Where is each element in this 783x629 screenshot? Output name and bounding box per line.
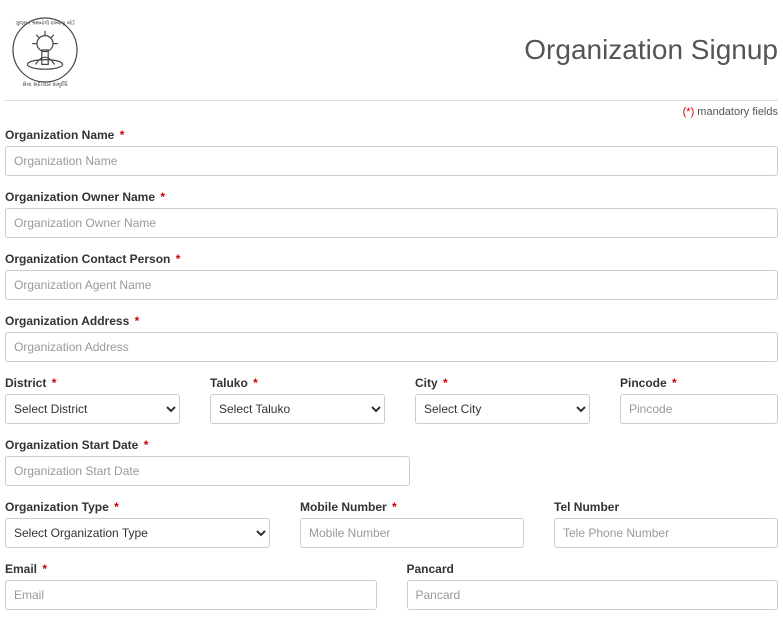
page-header: ગુજરાત શ્રમયોગી કલ્યાણ બોર્ડ સેવા સદાચાર… [5, 5, 778, 101]
owner-name-group: Organization Owner Name * [5, 190, 778, 238]
mobile-label: Mobile Number * [300, 500, 524, 514]
tel-group: Tel Number [554, 500, 778, 548]
org-name-label: Organization Name * [5, 128, 778, 142]
city-select[interactable]: Select City [415, 394, 590, 424]
owner-name-input[interactable] [5, 208, 778, 238]
address-input[interactable] [5, 332, 778, 362]
org-type-label: Organization Type * [5, 500, 270, 514]
owner-name-label: Organization Owner Name * [5, 190, 778, 204]
address-group: Organization Address * [5, 314, 778, 362]
logo-icon: ગુજરાત શ્રમયોગી કલ્યાણ બોર્ડ સેવા સદાચાર… [5, 10, 85, 90]
contact-row: Organization Type * Select Organization … [5, 500, 778, 548]
pancard-group: Pancard [407, 562, 779, 610]
mobile-input[interactable] [300, 518, 524, 548]
pancard-label: Pancard [407, 562, 779, 576]
svg-text:સેવા સદાચાર સમૃધ્ધિ: સેવા સદાચાર સમૃધ્ધિ [22, 80, 68, 88]
start-date-label: Organization Start Date * [5, 438, 778, 452]
address-label: Organization Address * [5, 314, 778, 328]
taluko-select[interactable]: Select Taluko [210, 394, 385, 424]
org-name-input[interactable] [5, 146, 778, 176]
contact-person-group: Organization Contact Person * [5, 252, 778, 300]
contact-person-label: Organization Contact Person * [5, 252, 778, 266]
tel-input[interactable] [554, 518, 778, 548]
page-title: Organization Signup [524, 34, 778, 66]
start-date-group: Organization Start Date * [5, 438, 778, 486]
district-label: District * [5, 376, 180, 390]
district-select[interactable]: Select District [5, 394, 180, 424]
city-group: City * Select City [415, 376, 590, 424]
mandatory-text: mandatory fields [694, 106, 778, 118]
tel-label: Tel Number [554, 500, 778, 514]
contact-person-input[interactable] [5, 270, 778, 300]
email-group: Email * [5, 562, 377, 610]
pincode-label: Pincode * [620, 376, 778, 390]
email-input[interactable] [5, 580, 377, 610]
email-pancard-row: Email * Pancard [5, 562, 778, 610]
org-type-group: Organization Type * Select Organization … [5, 500, 270, 548]
start-date-input[interactable] [5, 456, 410, 486]
location-row: District * Select District Taluko * Sele… [5, 376, 778, 424]
org-logo: ગુજરાત શ્રમયોગી કલ્યાણ બોર્ડ સેવા સદાચાર… [5, 10, 85, 90]
district-group: District * Select District [5, 376, 180, 424]
pincode-input[interactable] [620, 394, 778, 424]
taluko-group: Taluko * Select Taluko [210, 376, 385, 424]
svg-text:ગુજરાત શ્રમયોગી કલ્યાણ બોર્ડ: ગુજરાત શ્રમયોગી કલ્યાણ બોર્ડ [15, 19, 74, 26]
pancard-input[interactable] [407, 580, 779, 610]
pincode-group: Pincode * [620, 376, 778, 424]
mandatory-fields-note: (*) mandatory fields [5, 106, 778, 118]
city-label: City * [415, 376, 590, 390]
org-name-group: Organization Name * [5, 128, 778, 176]
email-label: Email * [5, 562, 377, 576]
org-type-select[interactable]: Select Organization Type [5, 518, 270, 548]
mobile-group: Mobile Number * [300, 500, 524, 548]
taluko-label: Taluko * [210, 376, 385, 390]
mandatory-star: (*) [683, 106, 695, 118]
